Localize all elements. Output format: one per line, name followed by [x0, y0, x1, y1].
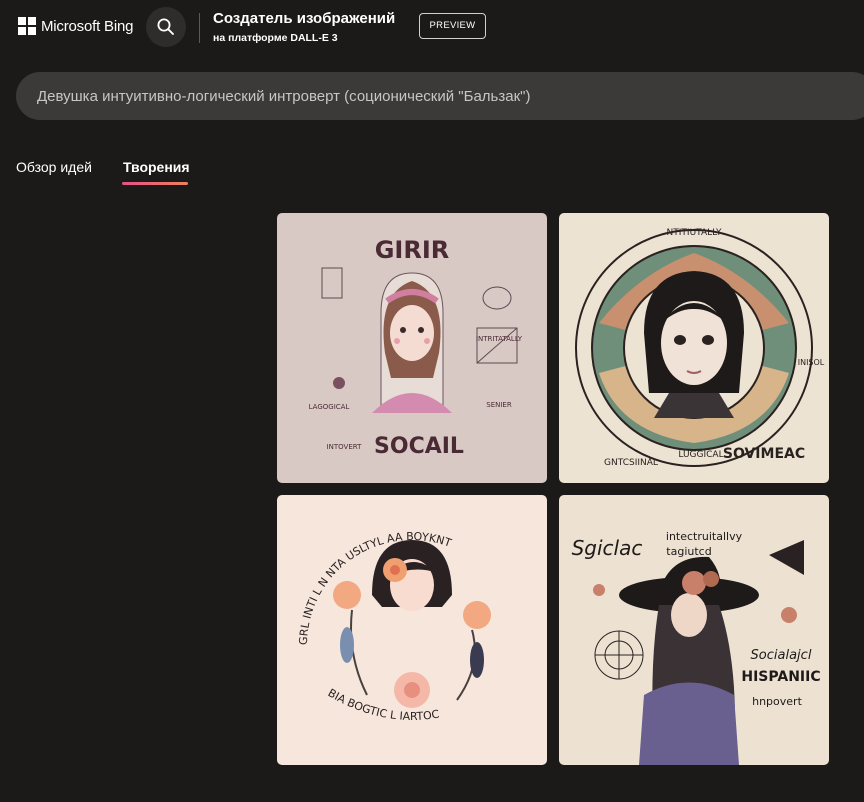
image-4-word-2: tagiutcd — [666, 545, 711, 558]
prompt-input[interactable]: Девушка интуитивно-логический интроверт … — [16, 72, 864, 120]
image-2-word-4: INISOL — [798, 358, 825, 367]
generated-image-1-art: GIRIR INTRITATALLY SOCAIL LAGOGICAL INTO… — [277, 213, 547, 483]
generated-image-4-art: Sgiclac intectruitallvy tagiutcd Sociala… — [559, 495, 829, 765]
generated-image-2-art: NTITIUTALLY SOVIMEAC GNTCSIINAL LUGGICAL… — [559, 213, 829, 483]
generated-image-1[interactable]: GIRIR INTRITATALLY SOCAIL LAGOGICAL INTO… — [277, 213, 547, 483]
image-4-word-4: HISPANIIC — [741, 669, 820, 685]
active-tab-indicator — [122, 182, 188, 185]
search-icon — [157, 18, 174, 35]
microsoft-logo-icon[interactable] — [18, 17, 36, 35]
header: Microsoft Bing Создатель изображений на … — [0, 0, 864, 56]
image-4-word-1: intectruitallvy — [666, 530, 743, 543]
prompt-text[interactable]: Девушка интуитивно-логический интроверт … — [37, 87, 530, 106]
image-1-word-2: SOCAIL — [374, 434, 464, 459]
image-2-word-0: NTITIUTALLY — [667, 228, 722, 238]
header-divider — [199, 13, 200, 43]
generated-image-2[interactable]: NTITIUTALLY SOVIMEAC GNTCSIINAL LUGGICAL… — [559, 213, 829, 483]
image-1-word-4: INTOVERT — [327, 443, 363, 451]
brand-name[interactable]: Microsoft Bing — [41, 17, 133, 37]
image-1-word-3: LAGOGICAL — [309, 403, 350, 411]
page-subtitle: на платформе DALL-E 3 — [213, 32, 338, 44]
tab-creations[interactable]: Творения — [123, 158, 190, 176]
generated-image-3[interactable]: GRL INTI L N NTA USLTYL AA BOYKNT GRL IN… — [277, 495, 547, 765]
page-title: Создатель изображений — [213, 10, 396, 27]
image-1-word-5: SENIER — [486, 401, 512, 409]
image-4-word-0: Sgiclac — [572, 536, 643, 560]
search-button[interactable] — [146, 7, 186, 47]
image-2-word-3: LUGGICAL — [678, 450, 723, 460]
tab-ideas[interactable]: Обзор идей — [16, 158, 92, 176]
preview-badge[interactable]: PREVIEW — [419, 13, 486, 39]
image-1-word-0: GIRIR — [375, 236, 450, 264]
image-1-word-1: INTRITATALLY — [476, 335, 523, 343]
image-2-word-2: GNTCSIINAL — [604, 458, 658, 468]
image-4-word-5: hnpovert — [752, 695, 802, 708]
image-4-word-3: Socialajcl — [751, 648, 812, 663]
generated-image-3-art: GRL INTI L N NTA USLTYL AA BOYKNT GRL IN… — [277, 495, 547, 765]
image-2-word-1: SOVIMEAC — [723, 446, 805, 462]
generated-image-4[interactable]: Sgiclac intectruitallvy tagiutcd Sociala… — [559, 495, 829, 765]
